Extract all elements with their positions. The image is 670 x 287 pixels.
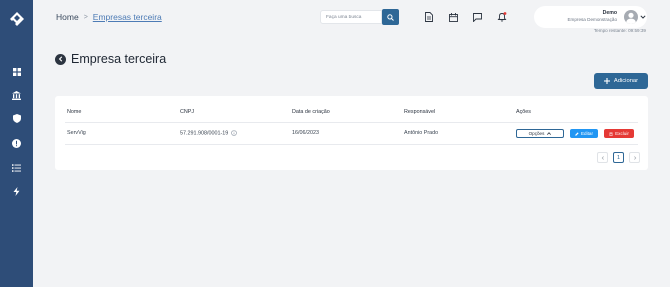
delete-label: Excluir: [615, 131, 629, 136]
session-timer: Tempo restante: 09:59:39: [593, 28, 646, 33]
header-divider: [65, 122, 638, 123]
trash-icon: [609, 132, 613, 136]
breadcrumb-home[interactable]: Home: [56, 12, 79, 22]
row-divider: [65, 144, 638, 145]
sidebar-item-security[interactable]: [10, 112, 23, 125]
plus-icon: [603, 78, 610, 84]
shield-icon: [12, 114, 21, 123]
sidebar-item-companies[interactable]: [10, 89, 23, 102]
column-header-data: Data de criação: [292, 109, 330, 115]
pagination-prev[interactable]: [597, 152, 608, 163]
cell-cnpj: 57.291.908/0001-19: [180, 130, 237, 136]
arrow-left-icon: [58, 56, 62, 62]
column-header-nome: Nome: [67, 109, 82, 115]
sidebar-item-dashboard[interactable]: [10, 65, 23, 78]
calendar-icon: [448, 12, 458, 22]
messages-button[interactable]: [471, 11, 483, 23]
chevron-left-icon: [601, 155, 604, 160]
sidebar-item-energy[interactable]: [10, 185, 23, 198]
cell-responsavel: Antônio Prado: [404, 130, 439, 136]
sidebar: [0, 0, 33, 287]
cnpj-value: 57.291.908/0001-19: [180, 130, 229, 137]
sidebar-item-alerts[interactable]: [10, 137, 23, 150]
column-header-cnpj: CNPJ: [180, 109, 195, 115]
pencil-icon: [575, 131, 579, 136]
user-avatar-icon: [626, 12, 636, 24]
add-button[interactable]: Adicionar: [594, 73, 648, 89]
bell-icon: [497, 12, 507, 22]
breadcrumb-current[interactable]: Empresas terceira: [93, 12, 162, 22]
calendar-button[interactable]: [447, 11, 459, 23]
diamond-logo[interactable]: [10, 12, 24, 26]
user-company: Empresa Demonstração: [567, 17, 617, 22]
search-button[interactable]: [382, 9, 399, 25]
pagination-next[interactable]: [629, 152, 640, 163]
column-header-responsavel: Responsável: [404, 109, 436, 115]
bolt-icon: [13, 187, 20, 196]
options-label: Opções: [528, 131, 545, 136]
companies-table: Nome CNPJ Data de criação Responsável Aç…: [55, 96, 648, 170]
bank-icon: [12, 91, 21, 100]
edit-label: Editar: [580, 131, 593, 136]
delete-button[interactable]: Excluir: [604, 129, 634, 138]
breadcrumb: Home > Empresas terceira: [56, 12, 162, 22]
options-dropdown-button[interactable]: Opções: [516, 129, 564, 138]
main-area: Home > Empresas terceira Faça uma busca …: [33, 0, 670, 287]
avatar: [624, 10, 638, 24]
info-icon[interactable]: [230, 130, 237, 136]
list-icon: [12, 163, 21, 172]
page-header: Empresa terceira: [55, 52, 166, 66]
pagination-page[interactable]: 1: [613, 152, 624, 163]
notifications-button[interactable]: [496, 11, 508, 23]
cell-nome: ServVig: [67, 130, 86, 136]
chat-icon: [472, 12, 482, 22]
column-header-acoes: Ações: [516, 109, 531, 115]
alert-icon: [12, 139, 21, 148]
search-input[interactable]: [320, 10, 382, 24]
user-name: Demo: [602, 10, 617, 16]
edit-button[interactable]: Editar: [570, 129, 598, 138]
back-button[interactable]: [55, 53, 66, 65]
cell-data: 16/06/2023: [292, 130, 319, 136]
document-icon: [425, 12, 433, 22]
sidebar-item-checklist[interactable]: [10, 161, 23, 174]
breadcrumb-separator: >: [83, 13, 88, 21]
add-button-label: Adicionar: [613, 78, 639, 84]
search-icon: [387, 13, 394, 21]
user-menu[interactable]: Demo Empresa Demonstração: [534, 6, 647, 28]
page-title: Empresa terceira: [71, 52, 167, 66]
chevron-up-icon: [547, 132, 552, 135]
chevron-down-icon: [640, 15, 646, 19]
documents-button[interactable]: [423, 11, 435, 23]
chevron-right-icon: [633, 155, 636, 160]
grid-icon: [12, 67, 21, 76]
